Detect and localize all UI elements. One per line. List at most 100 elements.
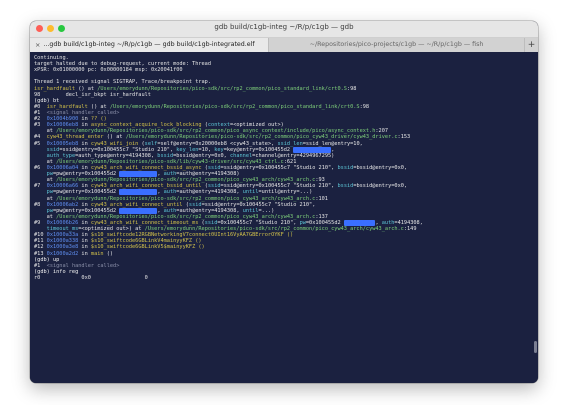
terminal-window: gdb build/c1gb-integ ~/R/p/c1gb — gdb × … [30, 21, 538, 383]
terminal-text: target halted due to debug-request, curr… [34, 61, 212, 68]
terminal-text: bssid [337, 183, 354, 190]
terminal-text: at [34, 158, 57, 165]
terminal-text: ssid [46, 146, 60, 153]
terminal-text: 0x10006eb8 [46, 122, 79, 129]
terminal-text: at [34, 128, 57, 135]
terminal-text: bssid [157, 152, 174, 159]
new-tab-button[interactable]: + [524, 38, 538, 52]
terminal-text: 0x1004b900 [46, 116, 79, 123]
terminal-text: cyw43_wifi_join [90, 140, 139, 147]
terminal-text: timeout_ms [46, 226, 79, 233]
terminal-text: /Users/emorydunn/Repositories/pico-sdk/s… [144, 226, 404, 233]
terminal-text: #0 [34, 103, 47, 110]
terminal-text: 0x10006a66 [46, 183, 79, 190]
terminal-text: =bssid@entry=0x0, [173, 152, 231, 159]
terminal-text: =ssid@entry=0x100455c7 "Studio 210", [220, 183, 338, 190]
terminal-text: =10, [198, 146, 215, 153]
terminal-text: /Users/emorydunn/Repositories/pico-sdk/s… [56, 213, 316, 220]
terminal-text: channel [230, 152, 253, 159]
terminal-text: #13 [34, 250, 47, 257]
scrollbar-thumb[interactable] [534, 341, 537, 353]
terminal-text: =channel@entry=4294967295) [252, 152, 335, 159]
terminal-text: 0x10005eb8 [46, 140, 79, 147]
terminal-text: (gdb) info reg [34, 268, 79, 275]
tab-fish[interactable]: ~/Repositories/pico-projects/c1gb — ~/R/… [269, 38, 524, 52]
terminal-text: =pw@entry=0x100455d2 [52, 207, 120, 214]
tab-gdb[interactable]: × ...gdb build/c1gb-integ ~/R/p/c1gb — g… [30, 38, 270, 52]
terminal-text: auth [163, 171, 177, 178]
terminal-text: in [78, 164, 91, 171]
tab-close-icon[interactable]: × [35, 38, 40, 52]
terminal-text: #3 [34, 122, 47, 129]
terminal-text: isr_hardfault [34, 85, 76, 92]
terminal-text: bssid [337, 164, 354, 171]
terminal-text: in [78, 122, 91, 129]
terminal-text: auth [381, 219, 395, 226]
terminal-text: $s10_swiftcode6GBLinkV5$mainyyKFZ () [90, 244, 205, 251]
terminal-text: /Users/emorydunn/Repositories/pico-sdk/l… [56, 158, 284, 165]
terminal-text: main [90, 250, 104, 257]
terminal-text: /Users/emorydunn/Repositories/pico-sdk/s… [109, 103, 360, 110]
terminal-text: #9 [34, 219, 47, 226]
terminal-text: async_context_acquire_lock_blocking [90, 122, 202, 129]
terminal-text: decl_isr_bkpt isr_hardfault [40, 91, 151, 98]
terminal-text: 0x10006b26 [46, 219, 79, 226]
terminal-text: xPSR: 0x01000000 pc: 0x00000184 msp: 0x2… [34, 67, 183, 74]
terminal-text: =ssid@entry=0x100455c7 "Studio 210", [201, 201, 316, 208]
redacted-text: "XXXXXXXXXX" [293, 146, 332, 153]
terminal-text: <signal handler called> [46, 262, 120, 269]
redacted-text: "XXXXXXXX" [343, 219, 376, 226]
terminal-text: , [331, 146, 335, 153]
terminal-text: =auth@entry=4194308) [176, 171, 240, 178]
terminal-text: :137 [315, 213, 328, 220]
tab-label: ~/Repositories/pico-projects/c1gb — ~/R/… [309, 41, 484, 48]
terminal-text: :98 [346, 85, 357, 92]
terminal-text: /Users/emorydunn/Repositories/pico-sdk/s… [56, 177, 316, 184]
terminal-line: r0 0x0 0 [34, 275, 532, 281]
terminal-text: =key@entry=0x100455d2 [223, 146, 294, 153]
terminal-text: =ssid@entry=0x100455c7 "Studio 210", [220, 164, 338, 171]
terminal-text: =<optimized out>) at [78, 226, 145, 233]
terminal-text: in [78, 140, 91, 147]
terminal-text: () at [87, 103, 110, 110]
terminal-text: cyw43_arch_wifi_connect_until [90, 201, 183, 208]
terminal-text: /Users/emorydunn/Repositories/pico-sdk/s… [56, 195, 316, 202]
terminal-text: =bssid@entry=0x0, [353, 164, 408, 171]
terminal-text: in [78, 238, 91, 245]
terminal-text: in [78, 219, 91, 226]
terminal-text: =pw@entry=0x100455d2 [52, 189, 120, 196]
terminal-text: $s10_swiftcode12RGBNetworkingV7connect0U… [90, 232, 294, 239]
terminal-text: at [34, 213, 57, 220]
terminal-text: 0x1000a3e8 [46, 244, 79, 251]
terminal-text: #7 [34, 183, 47, 190]
title-bar: gdb build/c1gb-integ ~/R/p/c1gb — gdb [30, 21, 538, 38]
terminal-text: /Users/emorydunn/Repositories/pico-sdk/s… [56, 128, 376, 135]
redacted-text: "XXXXXXXXXX" [119, 189, 158, 196]
terminal-text: :153 [397, 134, 411, 141]
terminal-text: () [103, 250, 114, 257]
terminal-text: (gdb) bt [34, 97, 60, 104]
tab-bar: × ...gdb build/c1gb-integ ~/R/p/c1gb — g… [30, 38, 538, 53]
terminal-text: =auth@entry=4194308, [176, 189, 243, 196]
terminal-output[interactable]: Continuing. target halted due to debug-re… [30, 52, 538, 383]
terminal-text: in [78, 116, 91, 123]
terminal-text: at [34, 195, 57, 202]
terminal-text: ssid [207, 164, 221, 171]
terminal-text: =ssid_len@entry=10, [302, 140, 363, 147]
terminal-text: 0x10006ab2 [46, 201, 79, 208]
terminal-text: #8 [34, 201, 47, 208]
terminal-text: =auth_type@entry=4194308, [75, 152, 158, 159]
terminal-text: cyw43_arch_wifi_connect_bssid_until [90, 183, 202, 190]
terminal-text: #10 [34, 232, 47, 239]
terminal-text: :149 [403, 226, 417, 233]
terminal-text: $s10_swiftcode6GBLinkV4mainyyKFZ () [90, 238, 202, 245]
terminal-text: #12 [34, 244, 47, 251]
terminal-text: #4 [34, 134, 47, 141]
terminal-text: =<optimized out>) [230, 122, 284, 129]
terminal-text: in [78, 183, 91, 190]
terminal-text: #2 [34, 116, 47, 123]
